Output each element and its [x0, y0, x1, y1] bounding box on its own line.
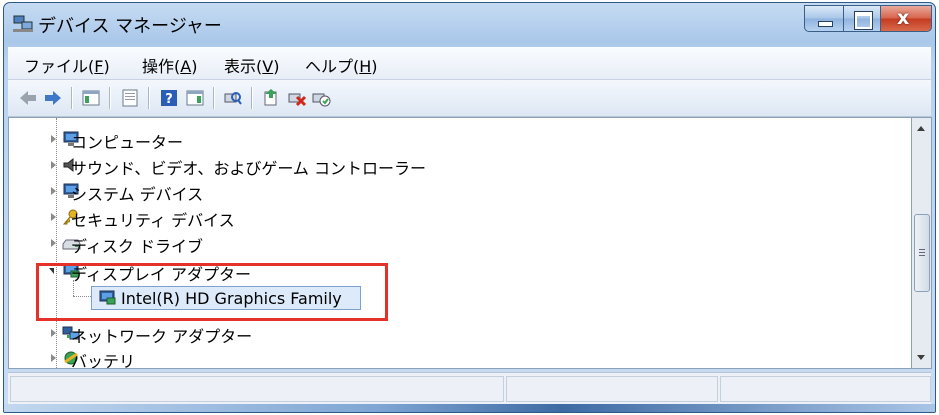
- toolbar: ?: [8, 80, 931, 117]
- tree-item-label: セキュリティ デバイス: [71, 211, 235, 230]
- expand-arrow-icon[interactable]: [51, 329, 56, 337]
- tree-item-security-devices[interactable]: セキュリティ デバイス: [9, 205, 889, 230]
- show-hide-console-tree-icon[interactable]: [81, 88, 101, 108]
- status-cell: [506, 376, 718, 402]
- expand-arrow-icon[interactable]: [51, 161, 56, 169]
- show-action-pane-icon[interactable]: [185, 88, 205, 108]
- window-frame-bottom: [4, 404, 935, 412]
- device-tree[interactable]: コンピューター サウンド、ビデオ、およびゲーム コントローラー システム デバイ…: [8, 117, 912, 369]
- tree-item-label: ディスク ドライブ: [71, 237, 203, 256]
- uninstall-icon[interactable]: [287, 88, 307, 108]
- expand-arrow-icon[interactable]: [51, 213, 56, 221]
- minimize-button[interactable]: [804, 5, 844, 32]
- scrollbar-thumb[interactable]: [914, 214, 930, 292]
- device-manager-window: デバイス マネージャー x ファイル(F) 操作(A) 表示(V) ヘルプ(H)…: [3, 2, 936, 413]
- menu-bar: ファイル(F) 操作(A) 表示(V) ヘルプ(H): [8, 47, 931, 80]
- status-cell: [720, 376, 931, 402]
- tree-item-label: コンピューター: [71, 133, 184, 152]
- tree-item-label: バッテリ: [71, 352, 136, 369]
- toolbar-separator: [71, 87, 73, 109]
- scan-hardware-changes-icon[interactable]: [223, 88, 243, 108]
- expand-arrow-icon[interactable]: [51, 239, 56, 247]
- tree-item-label: ネットワーク アダプター: [71, 327, 253, 346]
- expand-arrow-icon[interactable]: [51, 135, 56, 143]
- window-title: デバイス マネージャー: [38, 16, 222, 37]
- title-bar[interactable]: デバイス マネージャー x: [4, 3, 935, 47]
- status-bar: [8, 372, 931, 405]
- help-icon[interactable]: ?: [159, 88, 179, 108]
- tree-item-system-devices[interactable]: システム デバイス: [9, 179, 889, 204]
- minimize-icon: [818, 21, 833, 27]
- toolbar-separator: [148, 87, 150, 109]
- maximize-button[interactable]: [843, 5, 881, 32]
- tree-item-label: システム デバイス: [71, 185, 204, 204]
- menu-file[interactable]: ファイル(F): [24, 53, 110, 77]
- device-manager-icon: [13, 15, 33, 32]
- menu-help[interactable]: ヘルプ(H): [305, 53, 378, 77]
- scroll-up-icon[interactable]: [917, 126, 925, 131]
- expand-arrow-icon[interactable]: [51, 354, 56, 362]
- tree-item-sound[interactable]: サウンド、ビデオ、およびゲーム コントローラー: [9, 153, 889, 178]
- menu-view[interactable]: 表示(V): [224, 53, 279, 77]
- tree-item-computer[interactable]: コンピューター: [9, 127, 889, 152]
- forward-arrow-icon[interactable]: [43, 88, 63, 108]
- close-icon: x: [897, 7, 910, 29]
- svg-text:?: ?: [165, 92, 173, 107]
- toolbar-separator: [251, 87, 253, 109]
- tree-item-label: サウンド、ビデオ、およびゲーム コントローラー: [71, 159, 427, 178]
- back-arrow-icon[interactable]: [18, 88, 38, 108]
- expand-arrow-icon[interactable]: [51, 187, 56, 195]
- grip-icon: [919, 249, 925, 250]
- disable-device-icon[interactable]: [311, 88, 331, 108]
- toolbar-separator: [213, 87, 215, 109]
- tree-item-network-adapters[interactable]: ネットワーク アダプター: [9, 321, 889, 346]
- scroll-down-icon[interactable]: [917, 355, 925, 360]
- highlight-box: [36, 263, 388, 321]
- update-driver-icon[interactable]: [261, 88, 281, 108]
- tree-item-batteries[interactable]: バッテリ: [9, 346, 889, 369]
- vertical-scrollbar[interactable]: [912, 117, 932, 369]
- toolbar-separator: [109, 87, 111, 109]
- menu-action[interactable]: 操作(A): [142, 53, 197, 77]
- maximize-icon: [854, 11, 873, 30]
- status-cell: [10, 376, 504, 402]
- close-button[interactable]: x: [880, 5, 932, 32]
- properties-icon[interactable]: [120, 88, 140, 108]
- tree-item-disk-drives[interactable]: ディスク ドライブ: [9, 231, 889, 256]
